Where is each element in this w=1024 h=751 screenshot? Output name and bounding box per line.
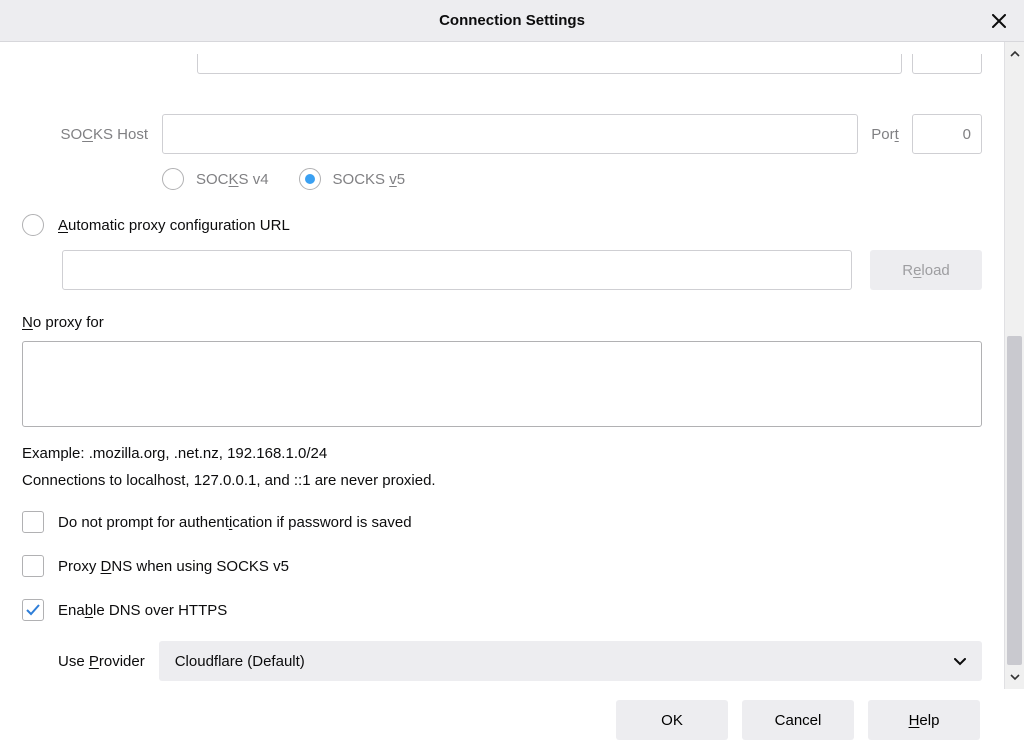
no-proxy-local-note: Connections to localhost, 127.0.0.1, and… <box>22 472 982 489</box>
no-proxy-label: No proxy for <box>22 314 982 331</box>
partial-input-a[interactable] <box>197 54 902 74</box>
auto-config-label: Automatic proxy configuration URL <box>58 217 290 234</box>
socks-v5-label: SOCKS v5 <box>333 171 406 188</box>
dialog-title: Connection Settings <box>439 12 585 29</box>
settings-form: SOCKS Host Port SOCKS v4 SOCKS v5 Automa… <box>0 42 1004 689</box>
radio-icon <box>162 168 184 190</box>
radio-icon <box>299 168 321 190</box>
enable-doh-checkbox[interactable] <box>22 599 44 621</box>
provider-value: Cloudflare (Default) <box>175 653 305 670</box>
dialog-button-bar: OK Cancel Help <box>0 689 1024 751</box>
no-proxy-example: Example: .mozilla.org, .net.nz, 192.168.… <box>22 445 982 462</box>
scroll-track[interactable] <box>1005 66 1024 665</box>
no-prompt-checkbox[interactable] <box>22 511 44 533</box>
scroll-up-arrow[interactable] <box>1005 42 1024 66</box>
reload-button[interactable]: Reload <box>870 250 982 290</box>
ok-button[interactable]: OK <box>616 700 728 740</box>
socks-port-input[interactable] <box>912 114 982 154</box>
partial-row-above <box>22 44 982 74</box>
cancel-button[interactable]: Cancel <box>742 700 854 740</box>
no-proxy-textarea[interactable] <box>22 341 982 427</box>
use-provider-label: Use Provider <box>58 653 145 670</box>
vertical-scrollbar[interactable] <box>1004 42 1024 689</box>
scroll-thumb[interactable] <box>1007 336 1022 665</box>
auto-config-radio[interactable]: Automatic proxy configuration URL <box>22 214 290 236</box>
close-button[interactable] <box>984 6 1014 36</box>
proxy-dns-checkbox[interactable] <box>22 555 44 577</box>
socks-host-input[interactable] <box>162 114 858 154</box>
provider-select[interactable]: Cloudflare (Default) <box>159 641 982 681</box>
help-button[interactable]: Help <box>868 700 980 740</box>
enable-doh-label: Enable DNS over HTTPS <box>58 602 227 619</box>
socks-host-label: SOCKS Host <box>22 126 152 143</box>
partial-input-b[interactable] <box>912 54 982 74</box>
scroll-down-arrow[interactable] <box>1005 665 1024 689</box>
close-icon <box>992 14 1006 28</box>
chevron-down-icon <box>954 653 966 669</box>
auto-config-url-input[interactable] <box>62 250 852 290</box>
socks-port-label: Port <box>868 126 902 143</box>
socks-v4-label: SOCKS v4 <box>196 171 269 188</box>
proxy-dns-label: Proxy DNS when using SOCKS v5 <box>58 558 289 575</box>
socks-v4-radio[interactable]: SOCKS v4 <box>162 168 269 190</box>
radio-icon <box>22 214 44 236</box>
socks-v5-radio[interactable]: SOCKS v5 <box>299 168 406 190</box>
dialog-titlebar: Connection Settings <box>0 0 1024 42</box>
no-prompt-label: Do not prompt for authentication if pass… <box>58 514 412 531</box>
